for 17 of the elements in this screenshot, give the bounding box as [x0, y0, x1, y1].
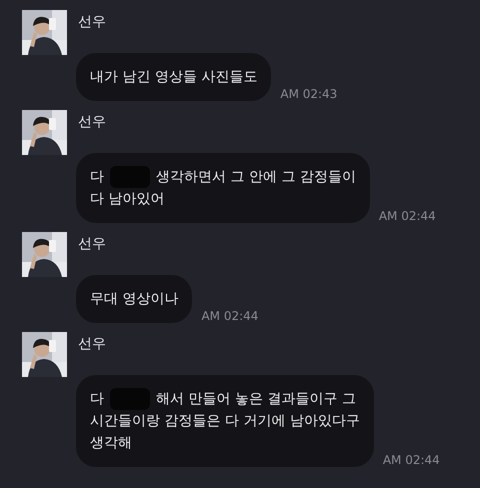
message-text: 시간들이랑 감정들은 다 거기에 남아있다구 — [90, 412, 360, 431]
timestamp: AM 02:44 — [382, 453, 440, 467]
message-text: 내가 남긴 영상들 사진들도 — [90, 68, 258, 87]
message-text: 생각해 — [90, 434, 132, 453]
sender-name: 선우 — [78, 235, 106, 253]
message-text: 다 — [90, 390, 104, 409]
sender-name: 선우 — [78, 113, 106, 131]
message-text: 해서 만들어 놓은 결과들이구 그 — [156, 390, 356, 409]
sender-name: 선우 — [78, 335, 106, 353]
timestamp: AM 02:43 — [280, 87, 338, 101]
timestamp: AM 02:44 — [201, 309, 258, 323]
sender-name: 선우 — [78, 13, 106, 31]
message-text: 생각하면서 그 안에 그 감정들이 — [156, 168, 356, 187]
message-text: 무대 영상이나 — [90, 290, 178, 309]
message-text: 다 남아있어 — [90, 190, 164, 209]
timestamp: AM 02:44 — [378, 209, 436, 223]
message-text: 다 — [90, 168, 104, 187]
